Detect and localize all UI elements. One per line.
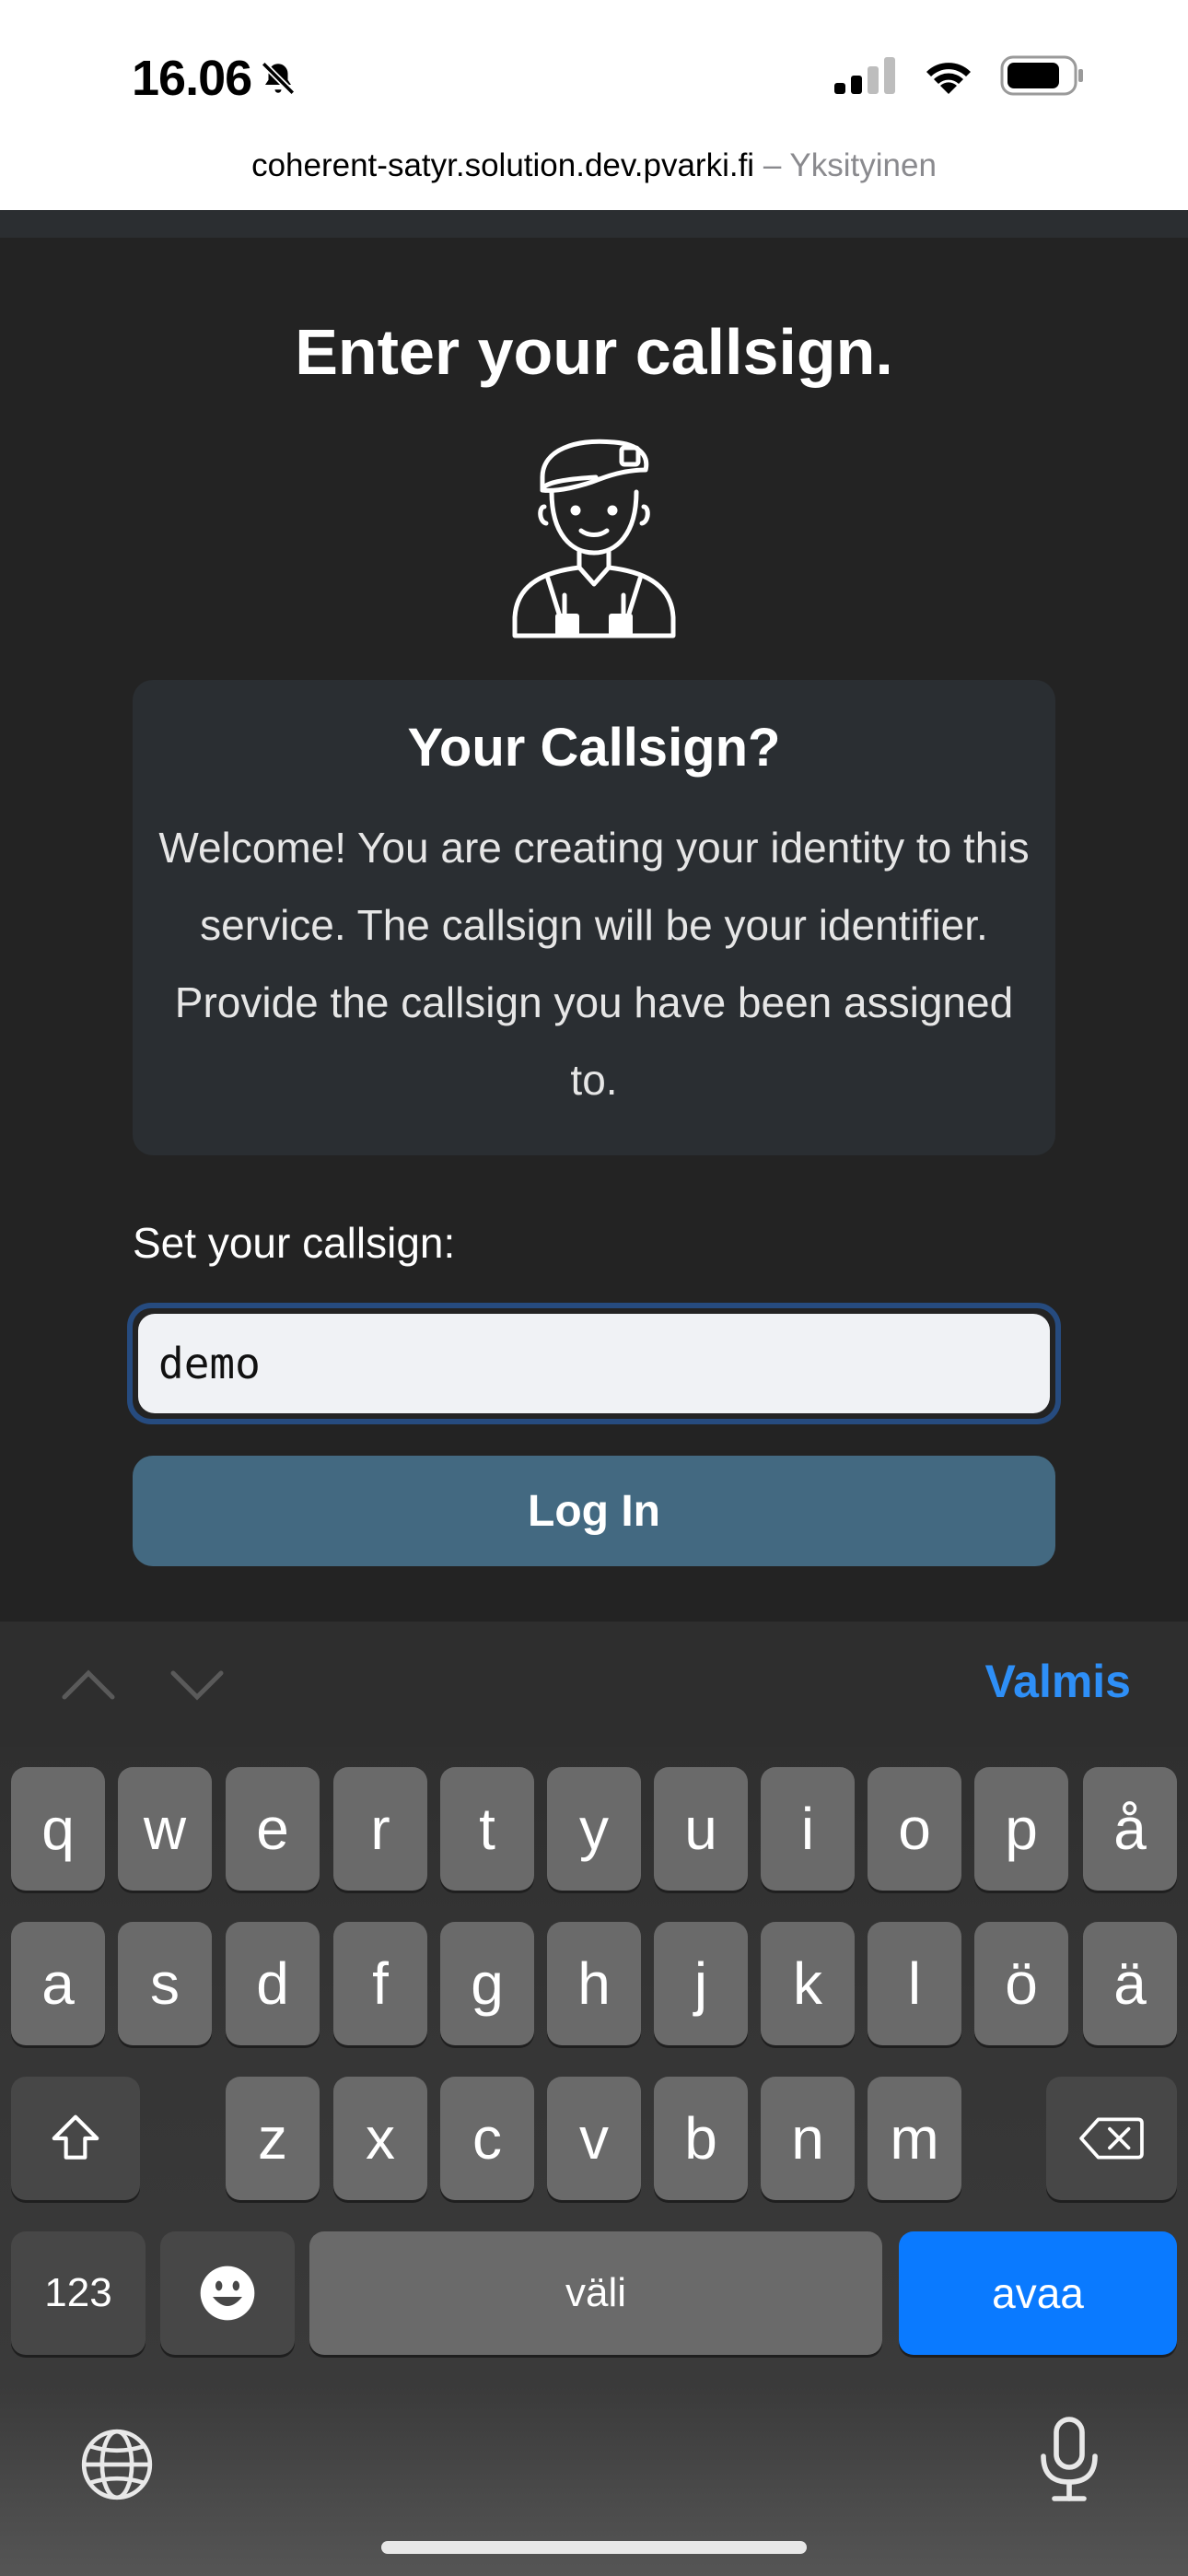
key[interactable]: q: [11, 1767, 105, 1891]
key[interactable]: ä: [1083, 1922, 1177, 2045]
battery-icon: [1000, 55, 1083, 96]
key[interactable]: g: [440, 1922, 534, 2045]
key[interactable]: v: [547, 2077, 641, 2200]
callsign-input[interactable]: [138, 1314, 1050, 1413]
url-separator: –: [763, 147, 782, 183]
backspace-icon: [1079, 2117, 1144, 2160]
login-button[interactable]: Log In: [133, 1456, 1055, 1566]
key[interactable]: u: [654, 1767, 748, 1891]
key[interactable]: s: [118, 1922, 212, 2045]
key[interactable]: y: [547, 1767, 641, 1891]
clock-text: 16.06: [132, 51, 252, 106]
url-text: coherent-satyr.solution.dev.pvarki.fi: [251, 147, 755, 183]
key[interactable]: j: [654, 1922, 748, 2045]
status-icons: [834, 55, 1085, 96]
key[interactable]: o: [868, 1767, 961, 1891]
key[interactable]: d: [226, 1922, 320, 2045]
card-description: Welcome! You are creating your identity …: [158, 824, 1030, 1104]
key[interactable]: b: [654, 2077, 748, 2200]
page-title: Enter your callsign.: [295, 316, 893, 388]
key[interactable]: e: [226, 1767, 320, 1891]
emoji-key[interactable]: [160, 2231, 295, 2355]
key[interactable]: z: [226, 2077, 320, 2200]
callsign-page: Enter your callsign. Your Callsign? Welc…: [0, 238, 1188, 1622]
globe-icon[interactable]: [77, 2425, 157, 2504]
emoji-icon: [200, 2266, 255, 2321]
bell-slash-icon: [261, 61, 296, 96]
key[interactable]: f: [333, 1922, 427, 2045]
page-top-strip: [0, 210, 1188, 238]
chevron-down-icon[interactable]: [168, 1658, 227, 1710]
numbers-key[interactable]: 123: [11, 2231, 146, 2355]
key[interactable]: ö: [974, 1922, 1068, 2045]
cellular-signal-icon: [834, 57, 895, 94]
microphone-icon[interactable]: [1031, 2416, 1107, 2504]
return-key[interactable]: avaa: [899, 2231, 1177, 2355]
key[interactable]: h: [547, 1922, 641, 2045]
home-indicator[interactable]: [381, 2541, 807, 2554]
keyboard: Valmis q w e r t y u i o p å a s d f g h…: [0, 1622, 1188, 2576]
key[interactable]: å: [1083, 1767, 1177, 1891]
backspace-key[interactable]: [1046, 2077, 1177, 2200]
key[interactable]: w: [118, 1767, 212, 1891]
callsign-label: Set your callsign:: [133, 1219, 456, 1267]
keyboard-accessory-bar: Valmis: [0, 1622, 1188, 1747]
key[interactable]: i: [761, 1767, 855, 1891]
chevron-up-icon[interactable]: [59, 1658, 118, 1710]
shift-key[interactable]: [11, 2077, 140, 2200]
shift-icon: [52, 2114, 99, 2160]
key[interactable]: l: [868, 1922, 961, 2045]
key[interactable]: m: [868, 2077, 961, 2200]
status-bar: 16.06 coherent-satyr.solution.dev.pvarki…: [0, 0, 1188, 210]
key[interactable]: t: [440, 1767, 534, 1891]
soldier-avatar-icon: [512, 439, 676, 638]
status-time: 16.06: [132, 50, 297, 107]
wifi-icon: [926, 63, 971, 94]
card-title: Your Callsign?: [407, 718, 781, 778]
done-button[interactable]: Valmis: [985, 1655, 1131, 1708]
space-key[interactable]: väli: [309, 2231, 882, 2355]
key[interactable]: k: [761, 1922, 855, 2045]
key[interactable]: p: [974, 1767, 1068, 1891]
key[interactable]: n: [761, 2077, 855, 2200]
key[interactable]: c: [440, 2077, 534, 2200]
key[interactable]: x: [333, 2077, 427, 2200]
private-mode-label: Yksityinen: [789, 147, 937, 183]
url-bar[interactable]: coherent-satyr.solution.dev.pvarki.fi – …: [0, 147, 1188, 184]
key[interactable]: r: [333, 1767, 427, 1891]
callsign-input-focus-ring: [127, 1303, 1061, 1424]
key[interactable]: a: [11, 1922, 105, 2045]
